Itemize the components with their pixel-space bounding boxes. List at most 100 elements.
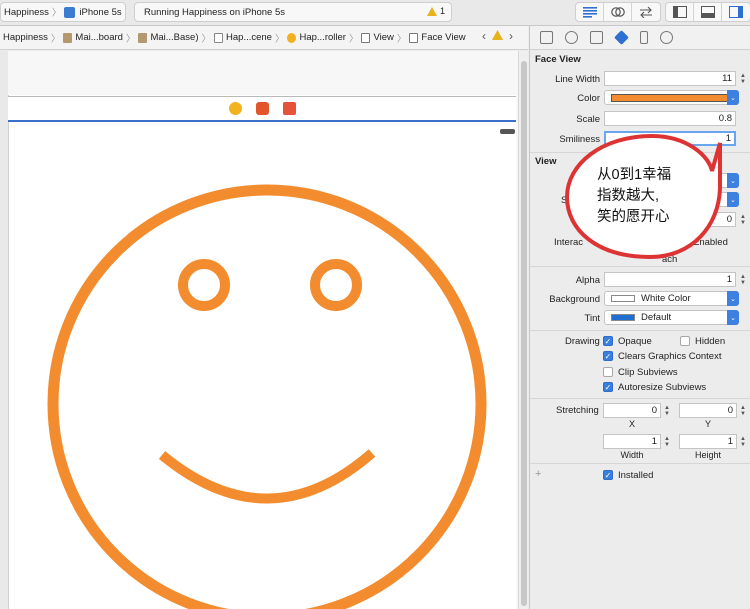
crumb-label: Hap...roller xyxy=(299,32,346,43)
device-icon xyxy=(64,6,76,18)
warning-indicator[interactable]: 1 xyxy=(426,6,445,16)
clip-subviews-checkbox[interactable] xyxy=(603,367,613,377)
warning-icon[interactable] xyxy=(492,29,503,43)
scale-field[interactable]: 0.8 xyxy=(604,111,736,126)
attributes-inspector-icon[interactable] xyxy=(614,30,629,45)
crumb-label: Mai...board xyxy=(75,32,123,43)
color-label: Color xyxy=(577,93,600,104)
crumb-label: Happiness xyxy=(3,32,48,43)
connections-inspector-icon[interactable] xyxy=(660,31,673,44)
view-icon xyxy=(409,32,419,43)
scroll-thumb[interactable] xyxy=(521,61,527,606)
stretch-width-field[interactable]: 1 xyxy=(603,434,661,449)
size-inspector-icon[interactable] xyxy=(640,31,648,44)
chevron-right-icon[interactable]: › xyxy=(509,29,513,43)
panel-toggle-control xyxy=(665,2,750,22)
face-view[interactable] xyxy=(8,123,516,609)
tint-popup[interactable]: Default ⌄ xyxy=(604,310,739,325)
activity-status: Running Happiness on iPhone 5s 1 xyxy=(134,2,452,22)
navigator-toggle-button[interactable] xyxy=(666,3,694,21)
crumb-main-storyboard[interactable]: Mai...board xyxy=(63,32,123,43)
line-width-field[interactable]: 11 xyxy=(604,71,736,86)
standard-editor-button[interactable] xyxy=(576,3,604,21)
stretch-height-stepper[interactable]: ▲ ▼ xyxy=(738,434,748,449)
annotation-line: 笑的愿开心 xyxy=(597,209,670,225)
section-divider xyxy=(530,398,750,399)
color-row: Color ⌄ xyxy=(530,89,750,107)
alpha-stepper[interactable]: ▲ ▼ xyxy=(738,272,748,287)
width-caption: Width xyxy=(620,450,644,460)
crumb-label: View xyxy=(373,32,394,43)
arrows-icon xyxy=(640,6,652,18)
stretch-height-field[interactable]: 1 xyxy=(679,434,737,449)
line-width-stepper[interactable]: ▲ ▼ xyxy=(738,71,748,86)
assistant-editor-button[interactable] xyxy=(604,3,632,21)
utilities-toggle-button[interactable] xyxy=(722,3,750,21)
first-responder-icon[interactable] xyxy=(255,102,269,115)
stretch-width-stepper[interactable]: ▲ ▼ xyxy=(662,434,672,449)
right-panel-icon xyxy=(729,6,743,18)
opaque-checkbox[interactable]: ✓ xyxy=(603,336,613,346)
stretch-y-field[interactable]: 0 xyxy=(679,403,737,418)
chevron-down-icon: ⌄ xyxy=(727,310,739,325)
alpha-field[interactable]: 1 xyxy=(604,272,736,287)
scheme-selector[interactable]: Happiness 〉 iPhone 5s xyxy=(0,2,126,22)
tint-swatch xyxy=(611,314,635,321)
chevron-left-icon[interactable]: ‹ xyxy=(482,29,486,43)
stretch-x-stepper[interactable]: ▲ ▼ xyxy=(662,403,672,418)
crumb-scene[interactable]: Hap...cene xyxy=(214,32,272,43)
drawing-label: Drawing xyxy=(565,336,600,347)
help-inspector-icon[interactable] xyxy=(565,31,578,44)
chevron-right-icon: 〉 xyxy=(396,33,407,45)
exit-icon[interactable] xyxy=(282,102,296,115)
background-popup[interactable]: White Color ⌄ xyxy=(604,291,739,306)
color-popup[interactable]: ⌄ xyxy=(604,90,739,105)
clears-graphics-checkbox[interactable]: ✓ xyxy=(603,351,613,361)
alpha-label: Alpha xyxy=(575,275,600,286)
stretch-x-field[interactable]: 0 xyxy=(603,403,661,418)
version-editor-button[interactable] xyxy=(632,3,660,21)
autoresize-checkbox[interactable]: ✓ xyxy=(603,382,613,392)
chevron-right-icon: 〉 xyxy=(50,33,61,45)
warning-count: 1 xyxy=(439,6,445,16)
clip-subviews-label: Clip Subviews xyxy=(618,367,678,378)
view-icon xyxy=(361,32,371,43)
add-variation-icon[interactable]: + xyxy=(535,468,541,480)
crumb-project[interactable]: Happiness xyxy=(3,32,48,43)
scheme-separator: 〉 xyxy=(51,8,62,19)
mouth-smile xyxy=(158,449,376,504)
installed-label: Installed xyxy=(618,470,654,481)
face-outline xyxy=(47,184,487,609)
view-controller-icon[interactable] xyxy=(228,102,242,115)
installed-checkbox[interactable]: ✓ xyxy=(603,470,613,480)
hidden-checkbox[interactable] xyxy=(680,336,690,346)
crumb-face-view[interactable]: Face View xyxy=(409,32,466,43)
tag-stepper[interactable]: ▲ ▼ xyxy=(738,212,748,227)
chevron-right-icon: 〉 xyxy=(201,33,212,45)
file-inspector-icon[interactable] xyxy=(540,31,553,44)
chevron-right-icon: 〉 xyxy=(274,33,285,45)
identity-inspector-icon[interactable] xyxy=(590,31,603,44)
section-divider xyxy=(530,266,750,267)
background-swatch xyxy=(611,295,635,302)
face-view-section-title: Face View xyxy=(535,54,581,65)
jump-bar: Happiness 〉 Mai...board 〉 Mai...Base) 〉 … xyxy=(0,26,528,50)
crumb-main-base[interactable]: Mai...Base) xyxy=(138,32,199,43)
crumb-controller[interactable]: Hap...roller xyxy=(287,32,346,43)
y-caption: Y xyxy=(704,419,711,429)
scale-label: Scale xyxy=(576,114,600,125)
bottom-panel-icon xyxy=(700,6,715,18)
tint-label: Tint xyxy=(584,313,600,324)
rings-icon xyxy=(610,7,625,17)
alpha-row: Alpha 1 ▲ ▼ xyxy=(530,271,750,289)
opaque-label: Opaque xyxy=(618,336,652,347)
debug-toggle-button[interactable] xyxy=(694,3,722,21)
background-row: Background White Color ⌄ xyxy=(530,290,750,308)
storyboard-icon xyxy=(63,32,73,43)
canvas-scrollbar[interactable] xyxy=(518,51,528,609)
inspector-tabs xyxy=(530,26,750,50)
height-caption: Height xyxy=(694,450,721,460)
stretch-y-stepper[interactable]: ▲ ▼ xyxy=(738,403,748,418)
crumb-view[interactable]: View xyxy=(361,32,394,43)
line-width-label: Line Width xyxy=(555,74,600,85)
